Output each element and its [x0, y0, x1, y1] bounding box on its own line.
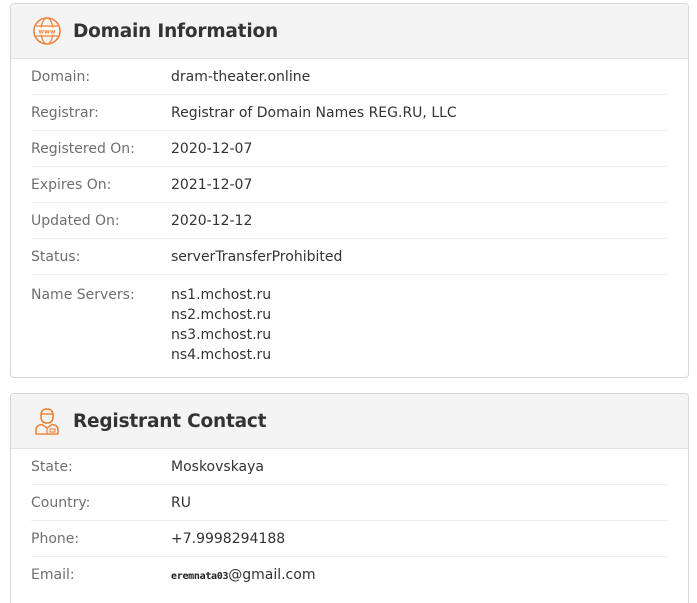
- email-value: eremnata03@gmail.com: [171, 567, 315, 583]
- row-label: Expires On:: [31, 176, 112, 193]
- row-value: 2021-12-07: [171, 176, 253, 193]
- row-value: 2020-12-07: [171, 140, 253, 157]
- row-name-servers: Name Servers: ns1.mchost.ru ns2.mchost.r…: [31, 275, 668, 373]
- row-registrar: Registrar: Registrar of Domain Names REG…: [31, 95, 668, 131]
- row-value: Moskovskaya: [171, 458, 264, 475]
- row-label: Name Servers:: [31, 287, 135, 303]
- row-label: Country:: [31, 494, 91, 511]
- email-domain: @gmail.com: [228, 567, 316, 583]
- domain-information-title: Domain Information: [73, 20, 278, 42]
- row-label: Registrar:: [31, 104, 99, 121]
- registrant-contact-title: Registrant Contact: [73, 410, 267, 432]
- row-value: Registrar of Domain Names REG.RU, LLC: [171, 104, 457, 121]
- name-server: ns2.mchost.ru: [171, 307, 272, 323]
- domain-information-rows: Domain: dram-theater.online Registrar: R…: [11, 59, 688, 373]
- name-server-list: ns1.mchost.ru ns2.mchost.ru ns3.mchost.r…: [171, 285, 271, 365]
- row-state: State: Moskovskaya: [31, 449, 668, 485]
- row-expires-on: Expires On: 2021-12-07: [31, 167, 668, 203]
- row-label: Email:: [31, 567, 75, 583]
- person-icon: [31, 405, 63, 437]
- row-label: State:: [31, 458, 73, 475]
- row-country: Country: RU: [31, 485, 668, 521]
- svg-text:www: www: [38, 28, 55, 35]
- row-value: dram-theater.online: [171, 68, 311, 85]
- row-label: Registered On:: [31, 140, 135, 157]
- www-globe-icon: www: [31, 15, 63, 47]
- row-value: 2020-12-12: [171, 212, 253, 229]
- registrant-contact-rows: State: Moskovskaya Country: RU Phone: +7…: [11, 449, 688, 593]
- name-server: ns4.mchost.ru: [171, 347, 272, 363]
- row-label: Updated On:: [31, 212, 120, 229]
- domain-information-header: www Domain Information: [11, 4, 688, 59]
- row-domain: Domain: dram-theater.online: [31, 59, 668, 95]
- registrant-contact-header: Registrant Contact: [11, 394, 688, 449]
- registrant-contact-card: Registrant Contact State: Moskovskaya Co…: [10, 393, 689, 603]
- email-user-image: eremnata03: [171, 571, 229, 582]
- row-updated-on: Updated On: 2020-12-12: [31, 203, 668, 239]
- row-registered-on: Registered On: 2020-12-07: [31, 131, 668, 167]
- row-label: Domain:: [31, 68, 91, 85]
- row-label: Status:: [31, 248, 81, 265]
- domain-information-card: www Domain Information Domain: dram-thea…: [10, 3, 689, 378]
- row-value: +7.9998294188: [171, 530, 286, 547]
- name-server: ns1.mchost.ru: [171, 287, 272, 303]
- row-status: Status: serverTransferProhibited: [31, 239, 668, 275]
- row-label: Phone:: [31, 530, 80, 547]
- row-value: serverTransferProhibited: [171, 248, 343, 265]
- row-value: RU: [171, 494, 191, 511]
- row-email: Email: eremnata03@gmail.com: [31, 557, 668, 593]
- row-phone: Phone: +7.9998294188: [31, 521, 668, 557]
- name-server: ns3.mchost.ru: [171, 327, 272, 343]
